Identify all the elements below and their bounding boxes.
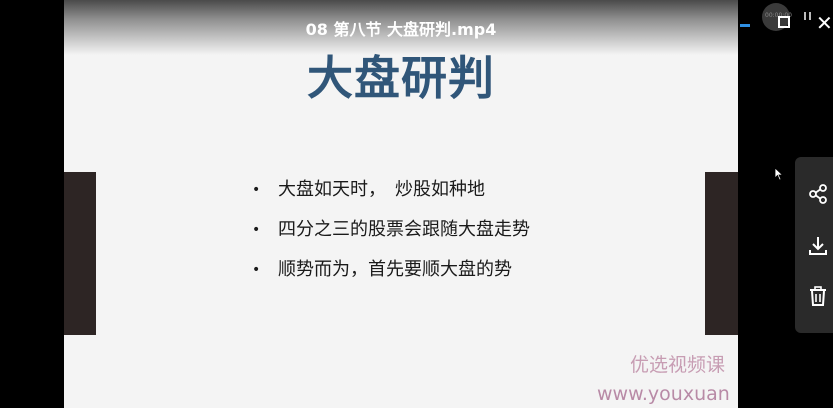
- bullet-dot: •: [252, 182, 261, 198]
- bullet-text: 顺势而为，首先要顺大盘的势: [278, 259, 512, 280]
- accent-line: [740, 24, 750, 27]
- bullet-text: 大盘如天时， 炒股如种地: [278, 179, 485, 200]
- delete-icon[interactable]: [807, 285, 829, 307]
- bullet-item: • 四分之三的股票会跟随大盘走势: [250, 214, 570, 246]
- cursor-icon: [774, 167, 784, 181]
- pause-icon[interactable]: [804, 12, 812, 20]
- slide-right-bar: [705, 172, 738, 335]
- side-toolbar: [795, 157, 833, 333]
- slide-heading: 大盘研判: [307, 51, 495, 105]
- close-icon[interactable]: ✕: [816, 13, 833, 33]
- maximize-icon[interactable]: [778, 16, 790, 28]
- watermark-text: 优选视频课: [630, 354, 726, 376]
- bullet-text: 四分之三的股票会跟随大盘走势: [278, 219, 530, 240]
- slide-left-bar: [64, 172, 96, 335]
- video-title: 08 第八节 大盘研判.mp4: [305, 20, 497, 39]
- bullet-item: • 大盘如天时， 炒股如种地: [250, 174, 570, 206]
- bullet-item: • 顺势而为，首先要顺大盘的势: [250, 254, 570, 286]
- watermark-url: www.youxuan: [597, 383, 730, 405]
- download-icon[interactable]: [807, 235, 829, 257]
- video-frame[interactable]: 大盘研判 • 大盘如天时， 炒股如种地 • 四分之三的股票会跟随大盘走势 • 顺…: [0, 0, 738, 408]
- bullet-dot: •: [252, 262, 261, 278]
- bullet-list: • 大盘如天时， 炒股如种地 • 四分之三的股票会跟随大盘走势 • 顺势而为，首…: [250, 174, 570, 286]
- bullet-dot: •: [252, 222, 261, 238]
- share-icon[interactable]: [807, 183, 829, 205]
